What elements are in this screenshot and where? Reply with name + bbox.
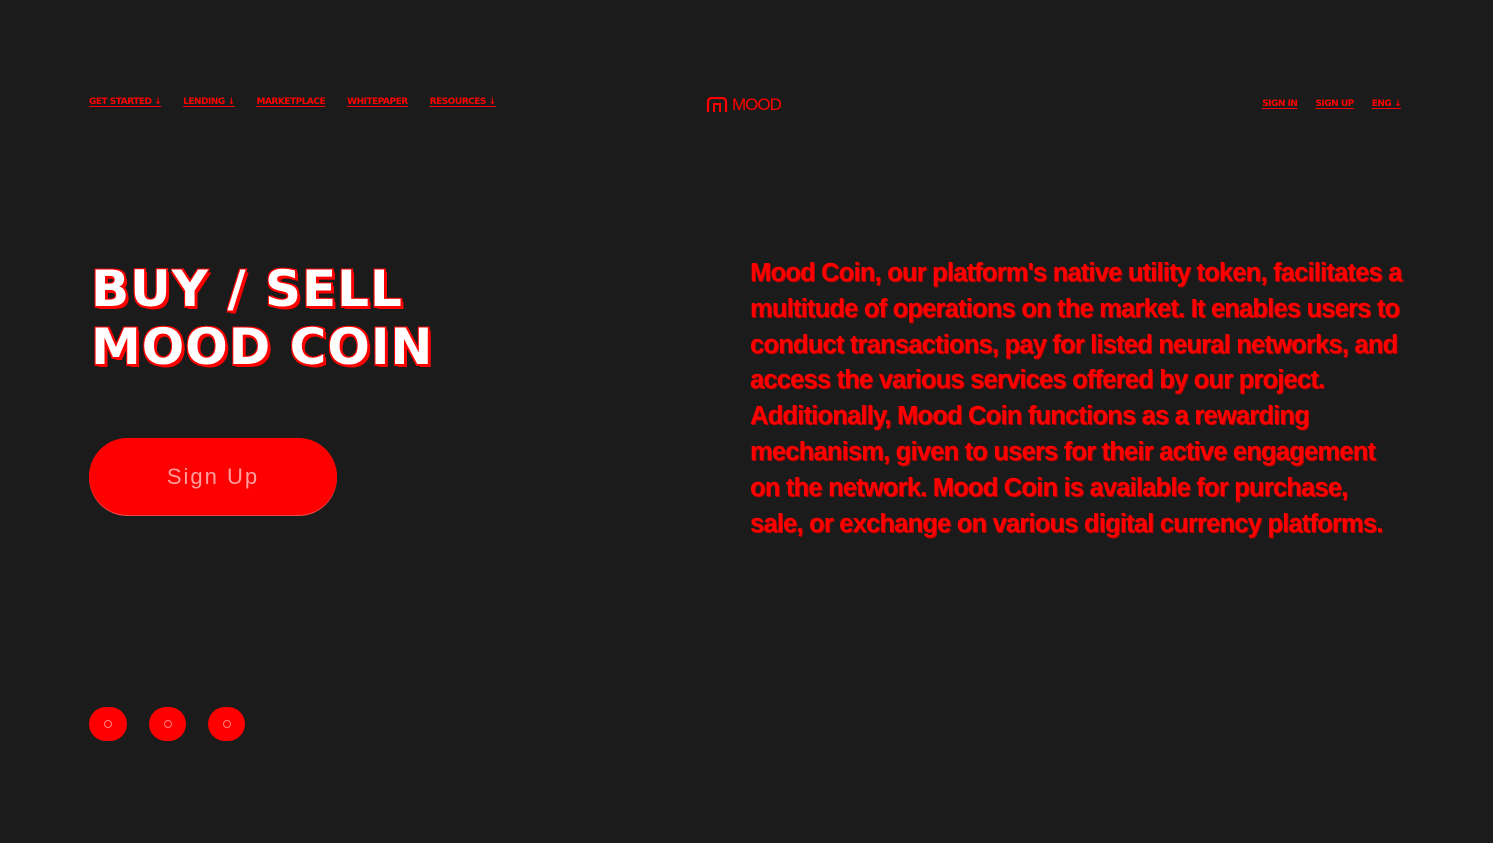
discord-icon [222, 720, 231, 728]
nav-link-get-started[interactable]: GET STARTED ↓ [89, 97, 162, 107]
nav-link-whitepaper[interactable]: WHITEPAPER [347, 97, 408, 107]
twitter-button[interactable] [149, 707, 186, 741]
nav-link-marketplace[interactable]: MARKETPLACE [256, 97, 325, 107]
hero-title-line-2: MOOD COIN [91, 318, 434, 376]
sign-in-link[interactable]: SIGN IN [1262, 99, 1298, 109]
nav-link-resources[interactable]: RESOURCES ↓ [430, 97, 496, 107]
twitter-icon [163, 720, 172, 728]
sign-up-link[interactable]: SIGN UP [1315, 99, 1354, 109]
discord-button[interactable] [208, 707, 245, 741]
sign-up-button[interactable]: Sign Up [89, 438, 337, 515]
telegram-icon [104, 720, 112, 728]
hero-title: BUY / SELL MOOD COIN [91, 260, 433, 376]
nav-link-lending[interactable]: LENDING ↓ [183, 97, 235, 107]
hero-title-line-1: BUY / SELL [91, 260, 403, 318]
telegram-button[interactable] [89, 707, 127, 741]
social-links [89, 707, 245, 741]
logo-text: MOOD [732, 95, 782, 114]
hero-description: Mood Coin, our platform's native utility… [750, 259, 1402, 538]
primary-nav: GET STARTED ↓ LENDING ↓ MARKETPLACE WHIT… [89, 97, 496, 107]
account-nav: SIGN IN SIGN UP ENG ↓ [1262, 99, 1401, 109]
language-selector[interactable]: ENG ↓ [1372, 99, 1402, 109]
mood-logo-icon [706, 97, 728, 112]
site-logo[interactable]: MOOD [706, 95, 782, 115]
